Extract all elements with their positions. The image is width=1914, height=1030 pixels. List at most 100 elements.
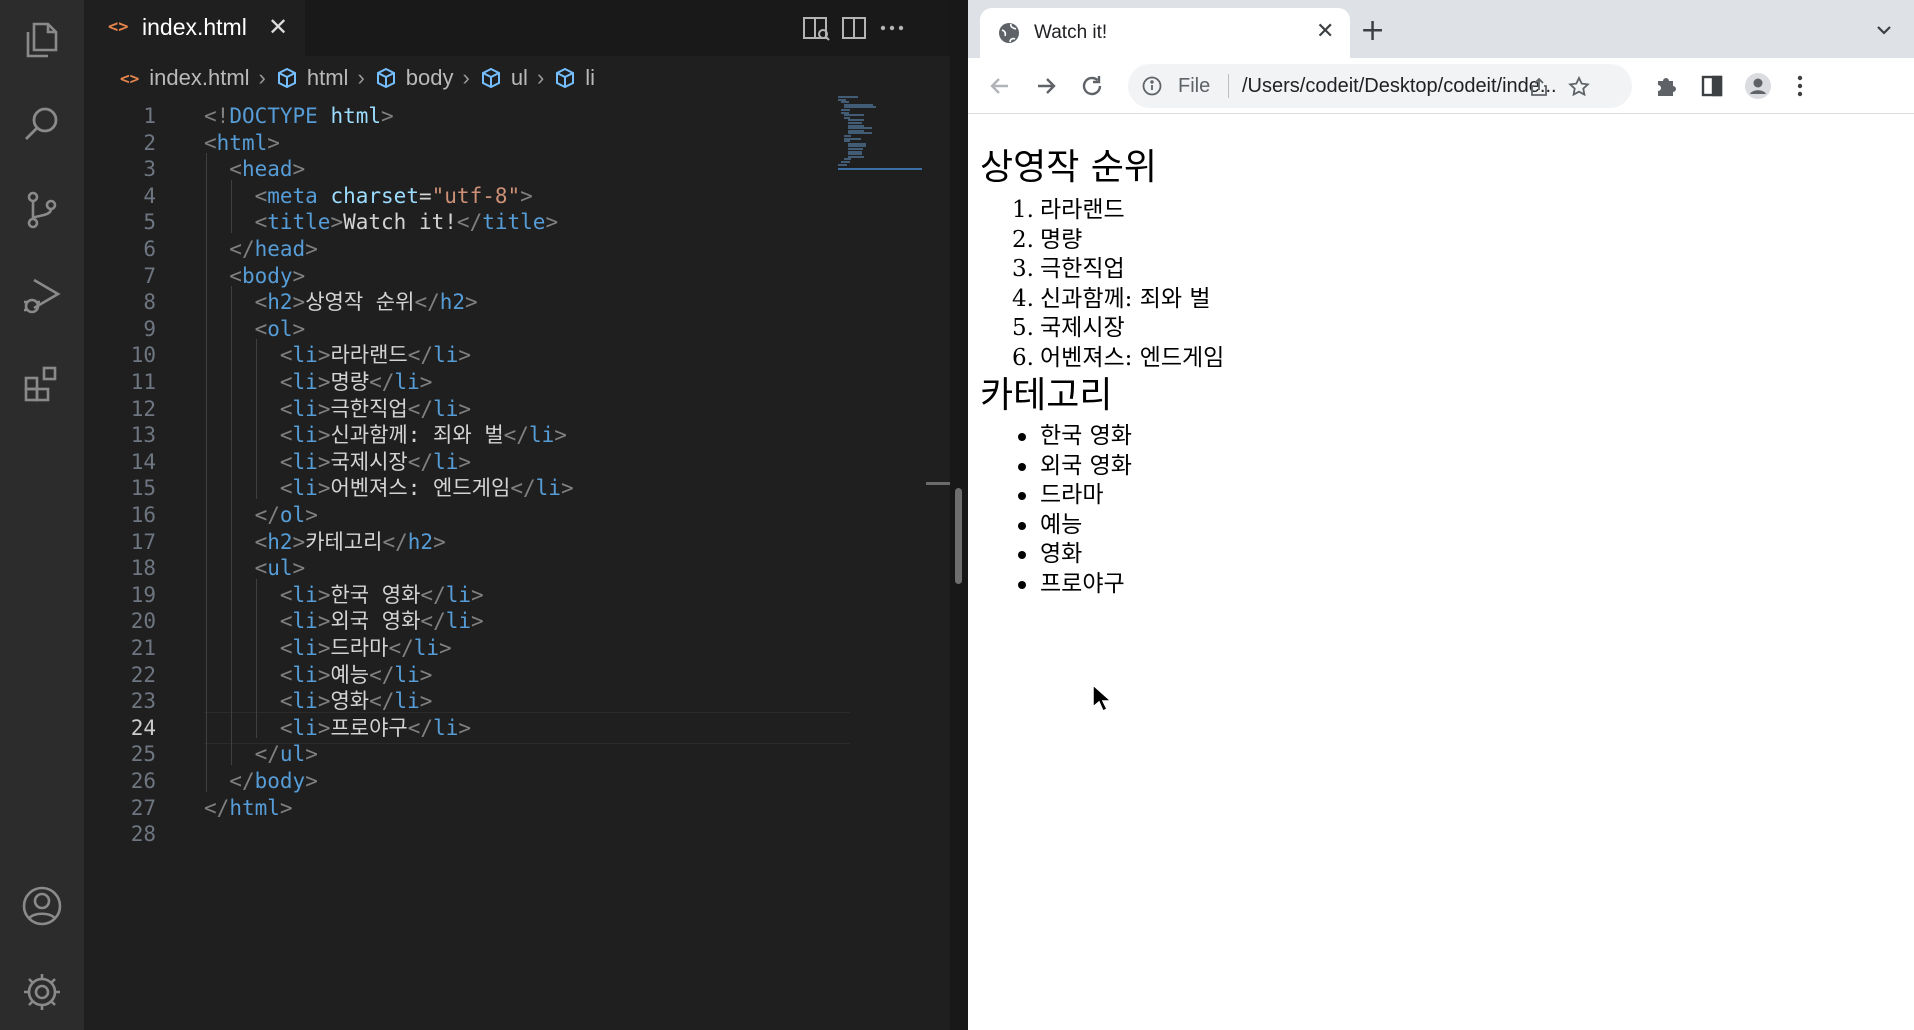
indent-guide	[206, 711, 207, 739]
indent-guide	[231, 552, 233, 579]
code-editor[interactable]: 1 <!DOCTYPE html> 2 <html> 3 <head> 4 <meta c…	[84, 98, 850, 998]
info-icon[interactable]	[1142, 76, 1162, 96]
symbol-cube-icon	[277, 67, 296, 89]
indent-guide	[256, 366, 258, 393]
editor-tab-index-html[interactable]: <> index.html ✕	[84, 0, 305, 56]
bullet-icon	[1018, 551, 1026, 559]
breadcrumb-item-html[interactable]: html	[275, 65, 348, 91]
indent-guide	[206, 499, 207, 526]
symbol-cube-icon	[481, 67, 500, 89]
side-panel-icon[interactable]	[1698, 72, 1726, 100]
editor-tab-bar: <> index.html ✕	[84, 0, 950, 56]
browser-tab[interactable]: Watch it! ✕	[980, 8, 1350, 58]
indent-guide	[206, 339, 207, 366]
list-item: 프로야구	[1018, 570, 1132, 600]
list-item-text: 명량	[1040, 226, 1083, 253]
breadcrumb-item-ul[interactable]: ul	[479, 65, 528, 91]
run-debug-icon[interactable]	[18, 272, 66, 320]
line-number: 28	[130, 822, 156, 847]
indent-guide	[231, 711, 233, 739]
list-number: 2.	[1012, 226, 1034, 253]
chevron-right-icon: ›	[258, 65, 266, 90]
indent-guide	[231, 445, 233, 473]
list-item-text: 국제시장	[1040, 315, 1125, 341]
share-icon[interactable]	[1528, 76, 1550, 98]
unordered-list: 한국 영화 외국 영화 드라마 예능 영화 프로야구	[1018, 422, 1132, 600]
list-item: 예능	[1018, 511, 1132, 541]
list-item: 외국 영화	[1018, 452, 1132, 482]
scrollbar-thumb[interactable]	[955, 488, 962, 584]
symbol-cube-icon	[376, 67, 395, 89]
list-number: 5.	[1012, 315, 1034, 341]
indent-guide	[206, 552, 207, 579]
list-item: 영화	[1018, 540, 1132, 570]
account-icon[interactable]	[18, 882, 66, 930]
indent-guide	[256, 445, 258, 473]
code-line[interactable]: 28	[84, 818, 850, 850]
indent-guide	[256, 419, 258, 446]
close-icon[interactable]: ✕	[268, 13, 288, 41]
list-item-text: 신과함께: 죄와 벌	[1040, 285, 1211, 312]
bookmark-star-icon[interactable]	[1568, 75, 1590, 98]
split-editor-icon[interactable]	[838, 12, 870, 44]
settings-gear-icon[interactable]	[18, 968, 66, 1016]
list-item-text: 라라랜드	[1040, 197, 1125, 223]
bullet-icon	[1018, 462, 1026, 471]
explorer-icon[interactable]	[18, 16, 66, 64]
symbol-cube-icon	[556, 67, 575, 89]
more-actions-icon[interactable]	[876, 12, 908, 44]
close-icon[interactable]: ✕	[1316, 19, 1334, 44]
forward-arrow-icon[interactable]	[1032, 72, 1060, 100]
list-item-text: 영화	[1040, 541, 1083, 567]
new-tab-button[interactable]: +	[1360, 13, 1385, 48]
list-item: 5. 국제시장	[1012, 314, 1224, 344]
back-arrow-icon[interactable]	[986, 72, 1014, 100]
list-item: 3. 극한직업	[1012, 255, 1224, 285]
indent-guide	[231, 419, 233, 446]
source-control-icon[interactable]	[18, 186, 66, 234]
list-number: 3.	[1012, 256, 1034, 282]
bullet-icon	[1018, 492, 1026, 500]
list-item: 한국 영화	[1018, 422, 1132, 452]
extensions-puzzle-icon[interactable]	[1652, 72, 1680, 100]
indent-guide	[231, 392, 233, 420]
indent-guide	[206, 765, 207, 792]
editor-scrollbar[interactable]	[950, 0, 968, 1030]
indent-guide	[256, 711, 258, 739]
list-item-text: 프로야구	[1040, 570, 1125, 597]
chevron-right-icon: ›	[462, 65, 470, 90]
indent-guide	[206, 312, 207, 340]
indent-guide	[231, 658, 233, 686]
open-preview-icon[interactable]	[800, 12, 832, 44]
minimap[interactable]	[838, 96, 918, 186]
indent-guide	[206, 153, 207, 180]
indent-guide	[256, 658, 258, 686]
minimap-current-line	[838, 168, 922, 170]
indent-guide	[231, 206, 233, 233]
indent-guide	[256, 632, 258, 659]
search-icon[interactable]	[18, 100, 66, 148]
indent-guide	[231, 312, 233, 340]
breadcrumb-item-file[interactable]: <> index.html	[120, 65, 250, 91]
address-bar[interactable]: File /Users/codeit/Desktop/codeit/inde..…	[1128, 64, 1632, 108]
indent-guide	[206, 179, 207, 207]
browser-tab-title: Watch it!	[1034, 22, 1108, 43]
profile-avatar-icon[interactable]	[1744, 72, 1772, 100]
indent-guide	[231, 605, 233, 632]
chevron-down-icon[interactable]	[1874, 20, 1894, 40]
breadcrumb-item-li[interactable]: li	[553, 65, 595, 91]
extensions-icon[interactable]	[18, 360, 66, 408]
minimap-line	[838, 163, 848, 166]
indent-guide	[231, 179, 233, 207]
minimap-line	[847, 132, 873, 135]
indent-guide	[231, 339, 233, 366]
menu-kebab-icon[interactable]	[1786, 72, 1814, 100]
reload-icon[interactable]	[1078, 72, 1106, 100]
bullet-icon	[1018, 433, 1026, 441]
indent-guide	[206, 525, 207, 553]
indent-guide	[206, 632, 207, 659]
breadcrumb-item-body[interactable]: body	[374, 65, 453, 91]
list-item: 2. 명량	[1012, 226, 1224, 256]
indent-guide	[206, 286, 207, 313]
url-text[interactable]: /Users/codeit/Desktop/codeit/inde...	[1242, 75, 1557, 98]
